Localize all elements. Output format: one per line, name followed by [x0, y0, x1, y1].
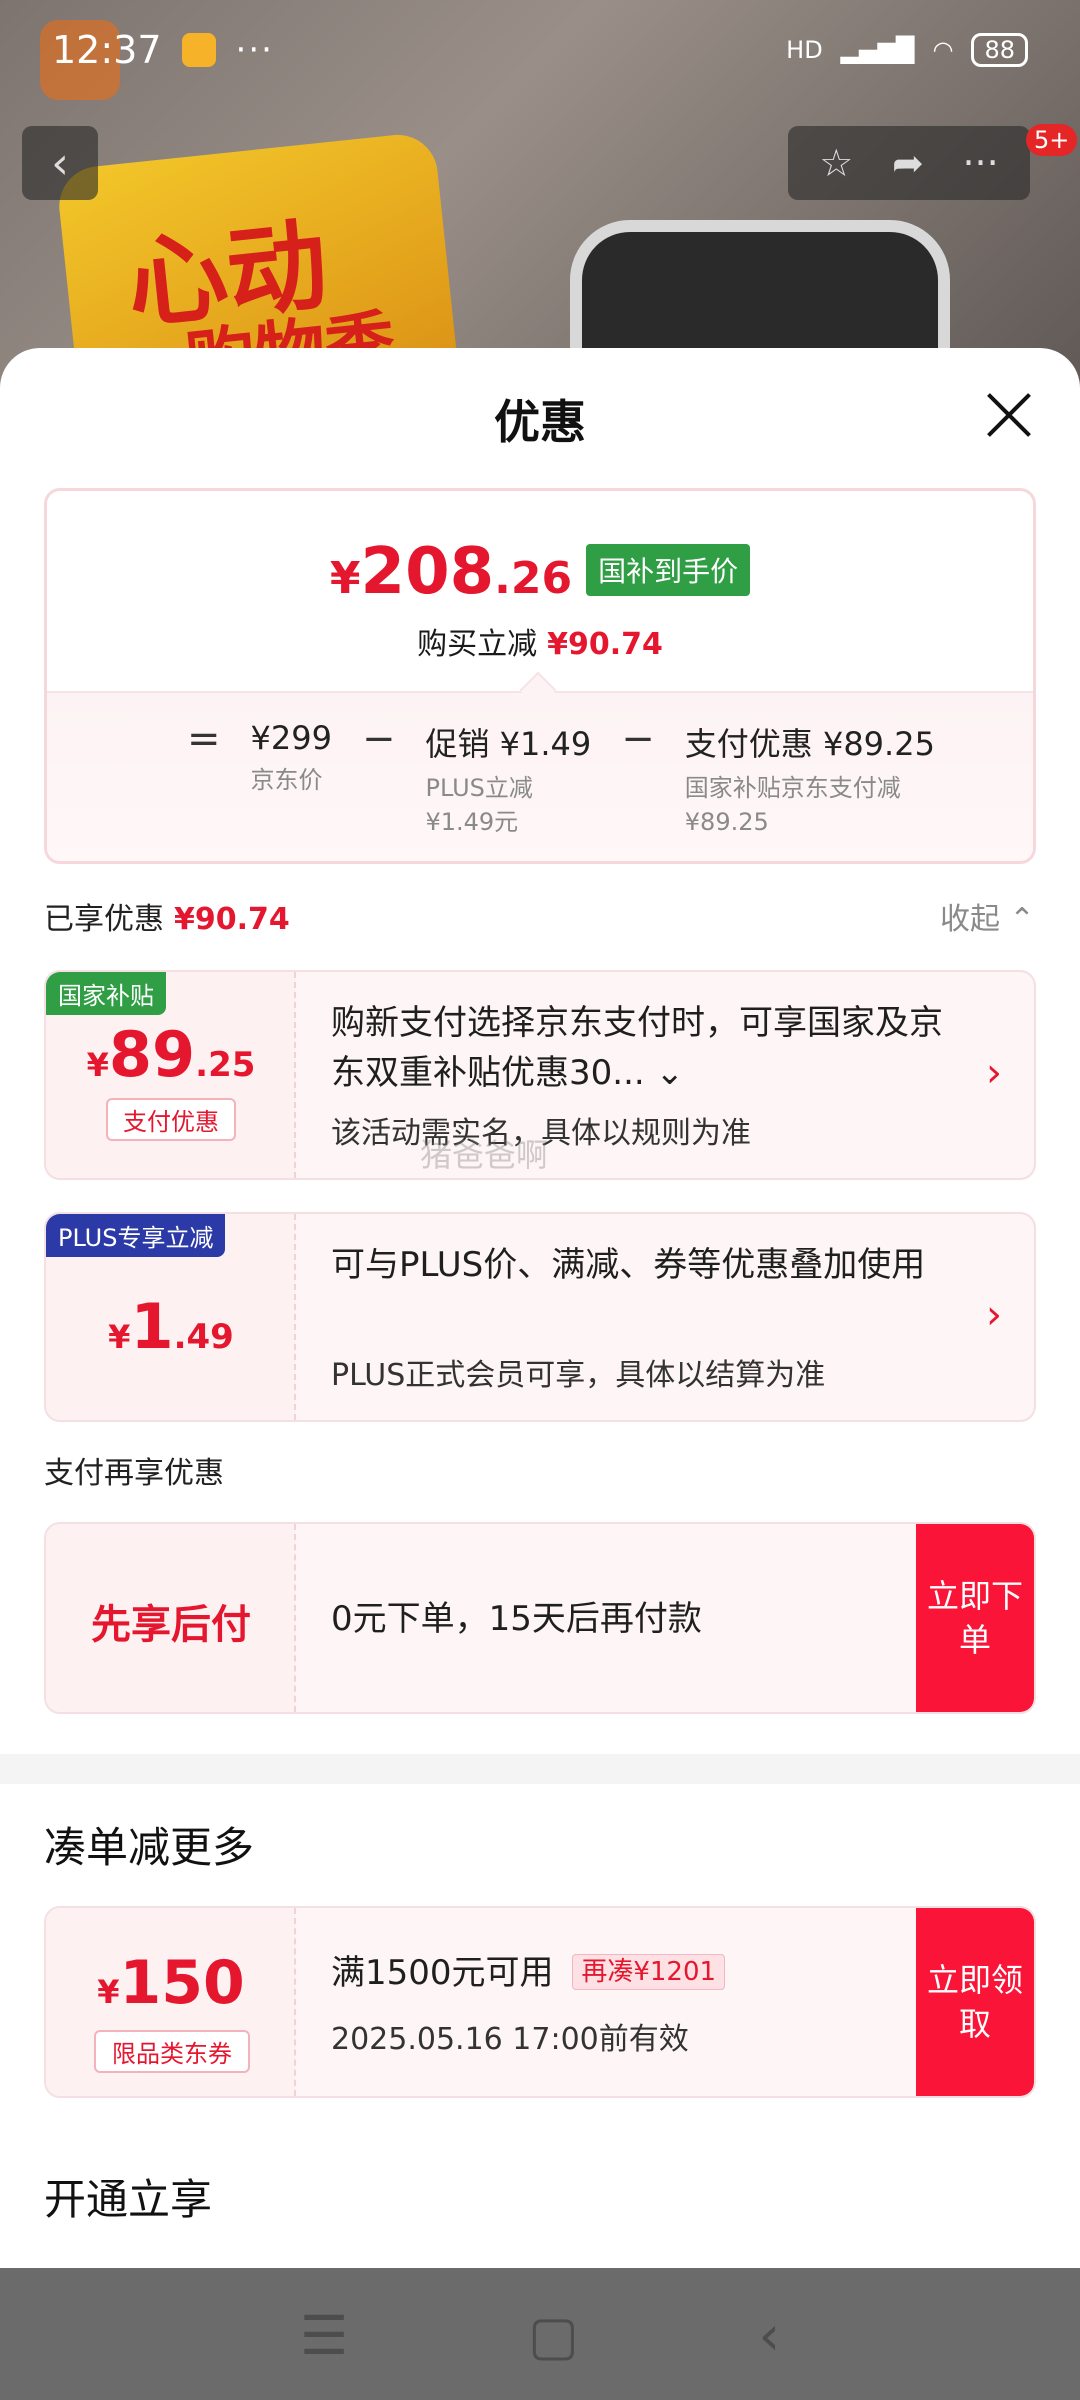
open-now-heading: 开通立享: [44, 2175, 213, 2224]
price-currency: ¥: [329, 553, 361, 604]
offer-flag: 国家补贴: [46, 972, 166, 1015]
price-summary: ¥ 208 .26 国补到手价 购买立减 ¥90.74 = ¥299 京东价 − …: [44, 488, 1036, 864]
offer-dec: .49: [173, 1317, 234, 1357]
claim-now-button[interactable]: 立即领取: [916, 1908, 1034, 2096]
promo-amount: ¥1.49元: [425, 808, 519, 836]
offer-note: PLUS正式会员可享，具体以结算为准: [331, 1358, 826, 1393]
saving-line: 购买立减 ¥90.74: [47, 619, 1033, 663]
coupon-condition-line: 满1500元可用 再凑¥1201: [331, 1948, 726, 2001]
price-integer: 208: [360, 535, 495, 609]
top-action-group: ☆ ➦ ···: [788, 126, 1030, 200]
pay-discount-value: 支付优惠 ¥89.25: [684, 725, 935, 763]
coupon-currency: ¥: [97, 1973, 120, 2011]
message-badge: 5+: [1026, 124, 1078, 156]
signal-icon: ▂▄▆█: [840, 36, 915, 64]
formula-pay: 支付优惠 ¥89.25 国家补贴京东支付减 ¥89.25: [685, 719, 935, 839]
menu-icon[interactable]: ☰: [300, 2304, 348, 2367]
network-label: HD: [786, 36, 823, 64]
notification-icon: [181, 33, 216, 67]
pay-later-card[interactable]: 先享后付 0元下单，15天后再付款 立即下单: [44, 1522, 1036, 1714]
pay-later-description: 0元下单，15天后再付款: [331, 1599, 702, 1639]
price-formula: = ¥299 京东价 − 促销 ¥1.49 PLUS立减 ¥1.49元 − 支付…: [187, 719, 935, 839]
offer-int: 1: [130, 1290, 174, 1363]
back-button[interactable]: ‹: [22, 126, 98, 200]
offer-dec: .25: [195, 1045, 256, 1085]
final-price: ¥ 208 .26 国补到手价: [47, 535, 1033, 609]
back-icon[interactable]: ‹: [759, 2304, 781, 2367]
bundle-heading: 凑单减更多: [44, 1823, 255, 1872]
price-tag: 国补到手价: [586, 544, 751, 596]
enjoyed-value: ¥90.74: [174, 902, 290, 937]
wifi-icon: ◠: [932, 36, 954, 64]
minus-sign: −: [361, 716, 396, 762]
saving-value: ¥90.74: [547, 627, 663, 662]
coupon-value: 150: [119, 1948, 245, 2018]
offer-card-plus[interactable]: PLUS专享立减 ¥1.49 可与PLUS价、满减、券等优惠叠加使用 PLUS正…: [44, 1212, 1036, 1422]
sheet-title: 优惠: [494, 395, 586, 449]
chevron-left-icon: ‹: [51, 137, 69, 189]
enjoyed-discount: 已享优惠 ¥90.74: [44, 894, 290, 938]
price-decimal: .26: [494, 553, 573, 604]
battery-icon: 88: [971, 33, 1028, 67]
formula-promo: 促销 ¥1.49 PLUS立减 ¥1.49元: [425, 719, 591, 839]
coupon-valid: 2025.05.16 17:00前有效: [331, 2022, 689, 2057]
offer-description: 可与PLUS价、满减、券等优惠叠加使用: [331, 1245, 926, 1285]
coupon-amount: ¥150: [46, 1948, 296, 2018]
saving-label: 购买立减: [417, 627, 538, 662]
offer-currency: ¥: [108, 1318, 131, 1356]
coupon-card[interactable]: ¥150 限品类东券 满1500元可用 再凑¥1201 2025.05.16 1…: [44, 1906, 1036, 2098]
collapse-toggle[interactable]: 收起 ⌃: [940, 894, 1035, 938]
equals-sign: =: [187, 716, 221, 762]
offer-pill: 支付优惠: [106, 1098, 236, 1141]
offer-amount: ¥89.25: [46, 1018, 296, 1091]
order-now-button[interactable]: 立即下单: [916, 1524, 1034, 1712]
offer-currency: ¥: [86, 1046, 109, 1084]
offer-description: 购新支付选择京东支付时，可享国家及京东双重补贴优惠30... ⌄: [331, 1003, 943, 1093]
home-icon[interactable]: ▢: [528, 2304, 579, 2367]
offer-int: 89: [108, 1018, 196, 1091]
pay-more-label: 支付再享优惠: [44, 1456, 224, 1491]
pay-discount-amount: ¥89.25: [684, 808, 769, 836]
chevron-right-icon: ›: [986, 1292, 1002, 1338]
minus-sign: −: [621, 716, 655, 762]
promo-label: PLUS立减: [425, 774, 533, 802]
status-bar: 12:37 ··· HD ▂▄▆█ ◠ 88: [0, 0, 1080, 100]
pay-discount-label: 国家补贴京东支付减: [684, 774, 901, 802]
close-icon[interactable]: [986, 392, 1032, 438]
enjoyed-label: 已享优惠: [44, 902, 164, 937]
discount-sheet: 优惠 ¥ 208 .26 国补到手价 购买立减 ¥90.74 = ¥299 京东价…: [0, 348, 1080, 2268]
coupon-condition: 满1500元可用: [331, 1953, 554, 1993]
offer-flag: PLUS专享立减: [46, 1214, 226, 1257]
favorite-icon[interactable]: ☆: [819, 141, 853, 185]
status-more-icon: ···: [235, 30, 274, 70]
coupon-gap-tag: 再凑¥1201: [572, 1954, 726, 1990]
share-icon[interactable]: ➦: [892, 141, 924, 185]
promo-value: 促销 ¥1.49: [425, 725, 592, 763]
status-time: 12:37: [52, 28, 162, 72]
offer-amount: ¥1.49: [46, 1290, 296, 1363]
coupon-category-pill: 限品类东券: [94, 2030, 250, 2073]
watermark: 猪爸爸啊: [420, 1136, 549, 1174]
more-icon[interactable]: ···: [962, 141, 998, 185]
formula-base: ¥299 京东价: [251, 719, 332, 797]
pay-later-title: 先享后付: [91, 1602, 251, 1648]
base-label: 京东价: [250, 766, 323, 794]
base-price: ¥299: [250, 719, 332, 757]
system-nav-bar: ☰ ▢ ‹: [0, 2270, 1080, 2400]
section-divider: [0, 1754, 1080, 1784]
chevron-right-icon: ›: [986, 1050, 1002, 1096]
